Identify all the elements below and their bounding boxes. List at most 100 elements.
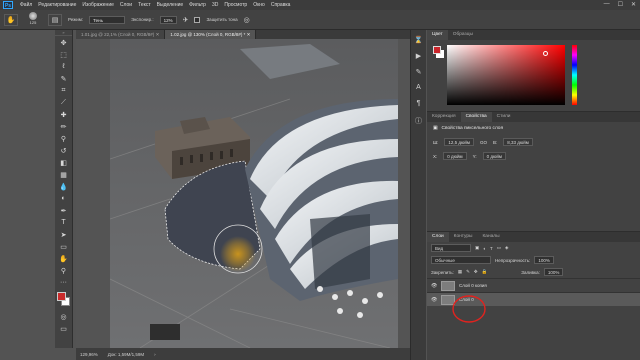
brushes-panel-icon[interactable]: ✎	[414, 68, 424, 78]
healing-brush-tool-icon[interactable]: ✚	[56, 109, 72, 120]
layer-name[interactable]: Слой 0 копия	[459, 283, 487, 288]
menu-view[interactable]: Просмотр	[221, 2, 250, 8]
eraser-tool-icon[interactable]: ◧	[56, 157, 72, 168]
fill-label: Заливка:	[521, 269, 540, 275]
lock-pixels-icon[interactable]: ✎	[466, 269, 470, 275]
brush-size-picker[interactable]: 125	[24, 11, 42, 28]
brush-tool-icon[interactable]: ✏	[56, 121, 72, 132]
layers-panel: Вид ▣ ◐ T ▭ ◈ Обычные Непрозрачность: 10…	[427, 242, 640, 360]
pen-tool-icon[interactable]: ✒	[56, 205, 72, 216]
tab-channels[interactable]: Каналы	[478, 232, 505, 242]
character-panel-icon[interactable]: A	[414, 84, 424, 94]
menu-file[interactable]: Файл	[17, 2, 35, 8]
lock-transparent-icon[interactable]: ▦	[458, 269, 462, 275]
menu-select[interactable]: Выделение	[154, 2, 187, 8]
filter-shape-icon[interactable]: ▭	[497, 245, 501, 251]
color-swatches[interactable]	[55, 290, 72, 310]
quick-select-tool-icon[interactable]: ✎	[56, 73, 72, 84]
architecture-photo	[110, 39, 398, 348]
filter-adjustment-icon[interactable]: ◐	[483, 246, 486, 251]
paragraph-panel-icon[interactable]: ¶	[414, 100, 424, 110]
zoom-level[interactable]: 129,96%	[80, 352, 98, 357]
height-field[interactable]: 8,33 дюйм	[503, 138, 533, 146]
toolbar-grip[interactable]: »	[55, 30, 72, 36]
x-field[interactable]: 0 дюйм	[443, 152, 467, 160]
marquee-tool-icon[interactable]: ⬚	[56, 49, 72, 60]
mode-select[interactable]: Тень	[89, 15, 126, 24]
zoom-tool-icon[interactable]: ⚲	[56, 265, 72, 276]
blend-mode-select[interactable]: Обычные	[431, 256, 491, 264]
filter-pixel-icon[interactable]: ▣	[475, 245, 479, 251]
tab-styles[interactable]: Стили	[492, 112, 516, 122]
lasso-tool-icon[interactable]: ℓ	[56, 61, 72, 72]
lock-position-icon[interactable]: ✥	[474, 269, 478, 275]
menu-image[interactable]: Изображение	[79, 2, 117, 8]
close-tab-icon[interactable]: ✕	[156, 32, 160, 37]
dodge-burn-tool-icon[interactable]: ◐	[56, 193, 72, 204]
clone-stamp-tool-icon[interactable]: ⚲	[56, 133, 72, 144]
pressure-icon[interactable]: ◎	[244, 16, 250, 24]
hue-slider[interactable]	[572, 45, 577, 105]
actions-panel-icon[interactable]: ▶	[414, 52, 424, 62]
exposure-input[interactable]: 12%	[159, 15, 177, 24]
hand-tool-icon[interactable]: ✋	[56, 253, 72, 264]
menu-layers[interactable]: Слои	[117, 2, 135, 8]
menu-3d[interactable]: 3D	[209, 2, 221, 8]
tab-layers[interactable]: Слои	[427, 232, 449, 242]
menu-type[interactable]: Текст	[135, 2, 154, 8]
blur-tool-icon[interactable]: 💧	[56, 181, 72, 192]
type-tool-icon[interactable]: T	[56, 217, 72, 228]
menu-help[interactable]: Справка	[268, 2, 294, 8]
close-window-button[interactable]: ✕	[631, 1, 636, 8]
gradient-tool-icon[interactable]: ▦	[56, 169, 72, 180]
tab-paths[interactable]: Контуры	[449, 232, 478, 242]
y-field[interactable]: 0 дюйм	[482, 152, 507, 160]
more-tools-icon[interactable]: ···	[56, 277, 72, 288]
document-size[interactable]: Док: 1,59М/1,59М	[108, 352, 144, 357]
visibility-eye-icon[interactable]: 👁	[431, 297, 437, 303]
tab-properties[interactable]: Свойства	[460, 112, 492, 122]
brush-settings-button[interactable]: ▤	[48, 13, 62, 26]
lock-all-icon[interactable]: 🔒	[482, 269, 488, 275]
tab-document-2[interactable]: 1.02.jpg @ 130% (Слой 0, RGB/8#) * ✕	[165, 30, 257, 39]
screen-mode-icon[interactable]: ▭	[56, 323, 72, 334]
protect-tones-checkbox[interactable]	[194, 16, 201, 23]
close-tab-icon[interactable]: ✕	[247, 32, 251, 37]
tab-adjustments[interactable]: Коррекция	[427, 112, 461, 122]
path-select-tool-icon[interactable]: ➤	[56, 229, 72, 240]
airbrush-icon[interactable]: ✈	[183, 16, 189, 24]
menu-edit[interactable]: Редактирование	[35, 2, 79, 8]
minimize-button[interactable]: —	[604, 1, 610, 8]
color-panel	[427, 40, 640, 112]
width-field[interactable]: 12,5 дюйм	[444, 138, 474, 146]
panel-foreground-swatch[interactable]	[433, 46, 441, 54]
link-icon[interactable]: GO	[480, 140, 487, 145]
menu-window[interactable]: Окно	[250, 2, 268, 8]
eyedropper-tool-icon[interactable]: ⟋	[56, 97, 72, 108]
menu-filter[interactable]: Фильтр	[186, 2, 209, 8]
burn-tool-preset-button[interactable]: ✋	[4, 13, 18, 26]
crop-tool-icon[interactable]: ⌗	[56, 85, 72, 96]
layer-row-copy[interactable]: 👁 Слой 0 копия	[427, 278, 640, 292]
history-panel-icon[interactable]: ⌛	[414, 36, 424, 46]
move-tool-icon[interactable]: ✥	[56, 37, 72, 48]
color-picker-handle[interactable]	[543, 51, 548, 56]
status-arrow-icon[interactable]: ›	[154, 352, 156, 357]
layer-filter-select[interactable]: Вид	[431, 244, 471, 252]
opacity-input[interactable]: 100%	[534, 256, 554, 264]
visibility-eye-icon[interactable]: 👁	[431, 283, 437, 289]
tab-document-1[interactable]: 1.01.jpg @ 22,1% (Слой 0, RGB/8#) ✕	[76, 30, 166, 39]
quick-mask-icon[interactable]: ◎	[56, 311, 72, 322]
fill-input[interactable]: 100%	[543, 268, 564, 276]
tab-color[interactable]: Цвет	[427, 30, 448, 40]
tab-swatches[interactable]: Образцы	[448, 30, 478, 40]
canvas-area[interactable]	[76, 39, 410, 348]
history-brush-tool-icon[interactable]: ↺	[56, 145, 72, 156]
info-panel-icon[interactable]: ⓘ	[414, 116, 424, 126]
mode-label: Режим:	[68, 17, 84, 22]
maximize-button[interactable]: ☐	[618, 1, 623, 8]
filter-type-icon[interactable]: T	[490, 246, 493, 251]
shape-tool-icon[interactable]: ▭	[56, 241, 72, 252]
filter-smart-icon[interactable]: ◈	[505, 245, 508, 251]
document-canvas[interactable]	[110, 39, 398, 348]
